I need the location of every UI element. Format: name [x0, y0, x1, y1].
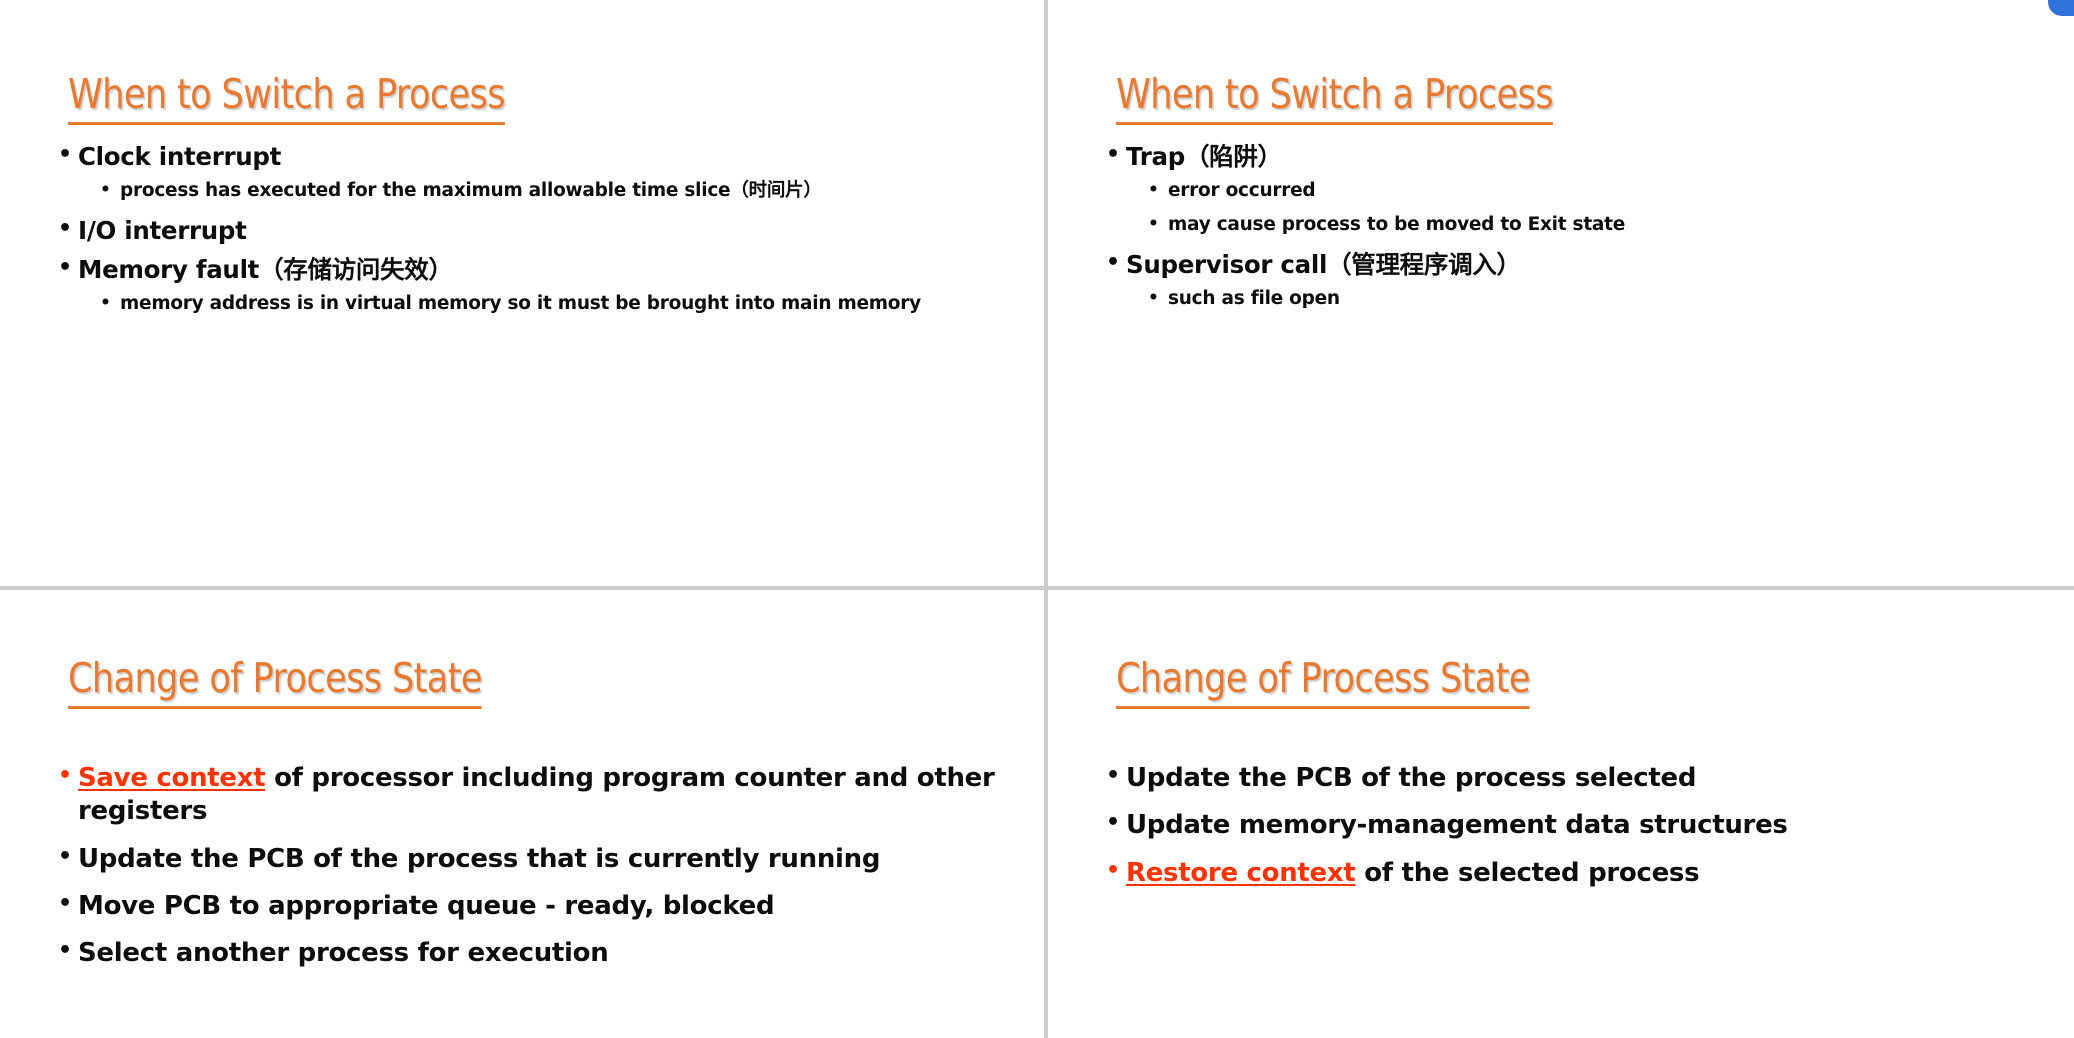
- sub-bullet-item: error occurred: [1148, 179, 2052, 204]
- bullet-list-level1: I/O interrupt Memory fault（存储访问失效）: [58, 214, 1022, 286]
- vertical-divider: [1044, 0, 1048, 1038]
- slide-grid: When to Switch a Process Clock interrupt…: [0, 0, 2074, 1038]
- sub-bullet-item: process has executed for the maximum all…: [100, 179, 1022, 204]
- bullet-list-level1: Update the PCB of the process selected U…: [1106, 762, 2052, 890]
- bullet-list-level1: Supervisor call（管理程序调入）: [1106, 248, 2052, 281]
- bullet-item: Restore context of the selected process: [1106, 857, 2052, 890]
- emphasis-term: Save context: [78, 763, 266, 793]
- bullet-list-level2: memory address is in virtual memory so i…: [100, 292, 1022, 317]
- bullet-list-level2: error occurred may cause process to be m…: [1148, 179, 2052, 238]
- bullet-item: Update memory-management data structures: [1106, 809, 2052, 842]
- bullet-list-level1: Save context of processor including prog…: [58, 762, 1022, 970]
- bullet-item: Trap（陷阱）: [1106, 140, 2052, 173]
- bullet-list-level1: Clock interrupt: [58, 140, 1022, 173]
- bullet-item: Supervisor call（管理程序调入）: [1106, 248, 2052, 281]
- bullet-item: Move PCB to appropriate queue - ready, b…: [58, 890, 1022, 923]
- sub-bullet-item: such as file open: [1148, 287, 2052, 312]
- sub-bullet-item: may cause process to be moved to Exit st…: [1148, 213, 2052, 238]
- slide-top-right: When to Switch a Process Trap（陷阱） error …: [1048, 0, 2074, 586]
- emphasis-term: Restore context: [1126, 857, 1356, 888]
- slide-bottom-left: Change of Process State Save context of …: [0, 590, 1044, 1038]
- slide-body: Trap（陷阱） error occurred may cause proces…: [1106, 140, 2052, 322]
- bullet-item: Update the PCB of the process that is cu…: [58, 843, 1022, 876]
- bullet-list-level1: Trap（陷阱）: [1106, 140, 2052, 173]
- bullet-list-level2: process has executed for the maximum all…: [100, 179, 1022, 204]
- slide-title: When to Switch a Process: [1116, 73, 1554, 125]
- sub-bullet-item: memory address is in virtual memory so i…: [100, 292, 1022, 317]
- bullet-item: Select another process for execution: [58, 937, 1022, 970]
- slide-body: Update the PCB of the process selected U…: [1106, 762, 2052, 904]
- slide-body: Clock interrupt process has executed for…: [58, 140, 1022, 327]
- selection-corner-marker: [2048, 0, 2074, 16]
- bullet-item: Update the PCB of the process selected: [1106, 762, 2052, 795]
- slide-bottom-right: Change of Process State Update the PCB o…: [1048, 590, 2074, 1038]
- bullet-item: Save context of processor including prog…: [58, 762, 1022, 829]
- bullet-text: of the selected process: [1355, 857, 1700, 888]
- slide-title: When to Switch a Process: [68, 73, 506, 125]
- slide-title: Change of Process State: [68, 657, 483, 709]
- slide-top-left: When to Switch a Process Clock interrupt…: [0, 0, 1044, 586]
- slide-title: Change of Process State: [1116, 657, 1531, 709]
- bullet-list-level2: such as file open: [1148, 287, 2052, 312]
- bullet-item: Clock interrupt: [58, 140, 1022, 173]
- bullet-item: Memory fault（存储访问失效）: [58, 253, 1022, 286]
- slide-body: Save context of processor including prog…: [58, 762, 1022, 984]
- horizontal-divider: [0, 586, 2074, 590]
- bullet-item: I/O interrupt: [58, 214, 1022, 247]
